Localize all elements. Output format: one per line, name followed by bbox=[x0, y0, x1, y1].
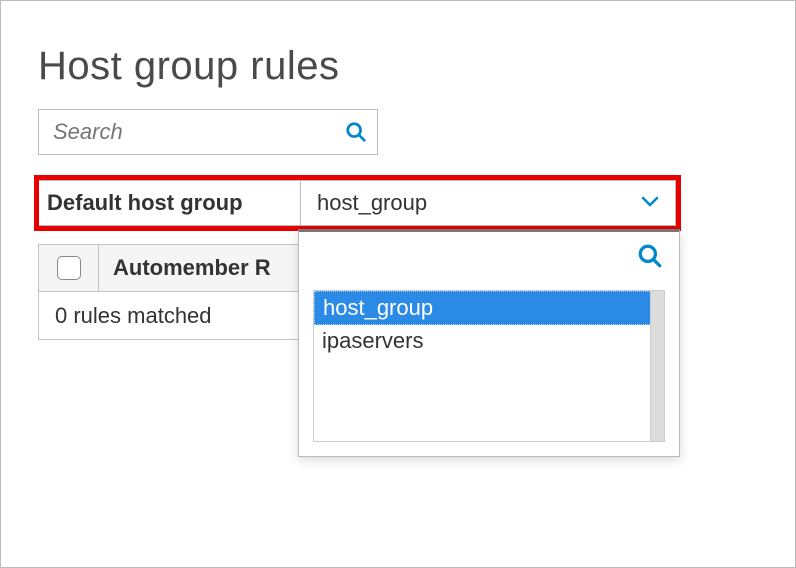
select-all-cell bbox=[39, 245, 99, 291]
default-host-group-label: Default host group bbox=[38, 180, 300, 226]
combobox-value: host_group bbox=[317, 190, 641, 216]
search-icon[interactable] bbox=[635, 241, 665, 271]
chevron-down-icon bbox=[641, 194, 659, 212]
search-icon[interactable] bbox=[345, 118, 367, 146]
dropdown-option-ipaservers[interactable]: ipaservers bbox=[314, 325, 664, 357]
select-all-checkbox[interactable] bbox=[57, 256, 81, 280]
dropdown-search-input[interactable] bbox=[313, 243, 635, 269]
dropdown-option-hostgroup[interactable]: host_group bbox=[314, 291, 664, 325]
search-box[interactable] bbox=[38, 109, 378, 155]
combobox-dropdown: host_group ipaservers bbox=[298, 229, 680, 457]
main-content: Host group rules bbox=[38, 44, 758, 155]
dropdown-search-row bbox=[299, 232, 679, 280]
dropdown-listbox[interactable]: host_group ipaservers bbox=[313, 290, 665, 442]
page-title: Host group rules bbox=[38, 44, 758, 89]
default-host-group-row: Default host group host_group bbox=[38, 180, 676, 226]
search-input[interactable] bbox=[53, 119, 345, 145]
scrollbar[interactable] bbox=[650, 291, 664, 441]
default-host-group-combobox[interactable]: host_group bbox=[300, 180, 676, 226]
